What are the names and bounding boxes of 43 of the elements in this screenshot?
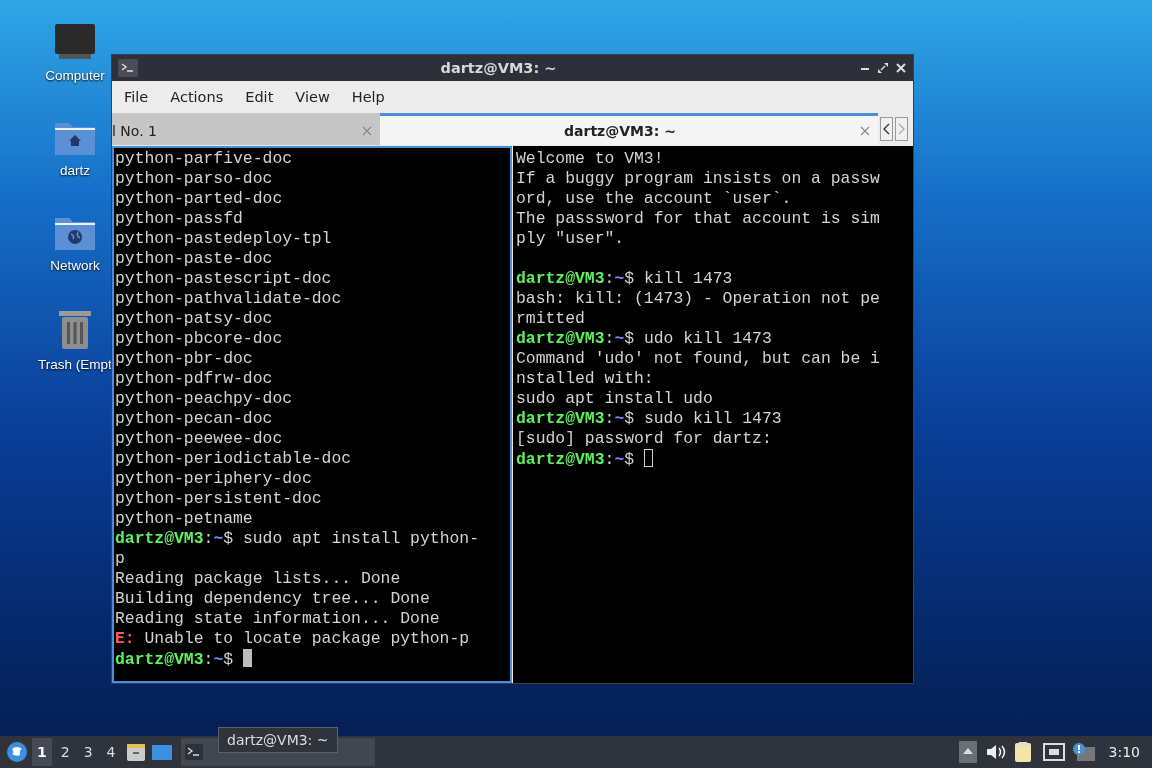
terminal-line: python-peachpy-doc [115, 389, 294, 409]
terminal-line: ply "user". [516, 229, 626, 249]
prompt-line: dartz@VM3:~$ kill 1473 [516, 269, 734, 289]
terminal-line: python-pathvalidate-doc [115, 289, 343, 309]
window-title: dartz@VM3: ~ [439, 60, 558, 76]
terminal-line: sudo apt install udo [516, 389, 714, 409]
terminal-line: python-persistent-doc [115, 489, 323, 509]
terminal-line: [sudo] password for dartz: [516, 429, 773, 449]
terminal-line: Building dependency tree... Done [115, 589, 431, 609]
terminal-line: Welcome to VM3! [516, 149, 665, 169]
terminal-line: python-periphery-doc [115, 469, 313, 489]
terminal-line: python-periodictable-doc [115, 449, 353, 469]
prompt-line: dartz@VM3:~$ udo kill 1473 [516, 329, 773, 349]
prompt-line: dartz@VM3:~$ [115, 649, 509, 669]
terminal-line: Reading package lists... Done [115, 569, 402, 589]
terminal-line: python-pbcore-doc [115, 329, 284, 349]
terminal-line: bash: kill: (1473) - Operation not pe [516, 289, 881, 309]
tooltip: dartz@VM3: ~ [218, 727, 338, 753]
terminal-line: python-paste-doc [115, 249, 274, 269]
terminal-line: python-peewee-doc [115, 429, 284, 449]
terminal-line: python-passfd [115, 209, 244, 229]
terminal-line: If a buggy program insists on a passw [516, 169, 881, 189]
terminal-line: The passsword for that account is sim [516, 209, 881, 229]
terminal-line: python-parso-doc [115, 169, 274, 189]
prompt-line: dartz@VM3:~$ sudo apt install python- [115, 529, 480, 549]
prompt-line: dartz@VM3:~$ [516, 449, 910, 469]
error-line: E: Unable to locate package python-p [115, 629, 471, 649]
terminal-line: Command 'udo' not found, but can be i [516, 349, 881, 369]
terminal-line: rmitted [516, 309, 586, 329]
terminal-line: python-pdfrw-doc [115, 369, 274, 389]
terminal-line: python-pastescript-doc [115, 269, 333, 289]
terminal-line: Reading state information... Done [115, 609, 441, 629]
terminal-line: python-parfive-doc [115, 149, 294, 169]
terminal-line: python-pastedeploy-tpl [115, 229, 333, 249]
prompt-line: dartz@VM3:~$ sudo kill 1473 [516, 409, 783, 429]
terminal-line: python-patsy-doc [115, 309, 274, 329]
terminal-line: python-pecan-doc [115, 409, 274, 429]
terminal-line: python-pbr-doc [115, 349, 254, 369]
terminal-line: nstalled with: [516, 369, 655, 389]
terminal-line: python-petname [115, 509, 254, 529]
terminal-line: ord, use the account `user`. [516, 189, 793, 209]
terminal-line: python-parted-doc [115, 189, 284, 209]
terminal-line: p [115, 549, 126, 569]
